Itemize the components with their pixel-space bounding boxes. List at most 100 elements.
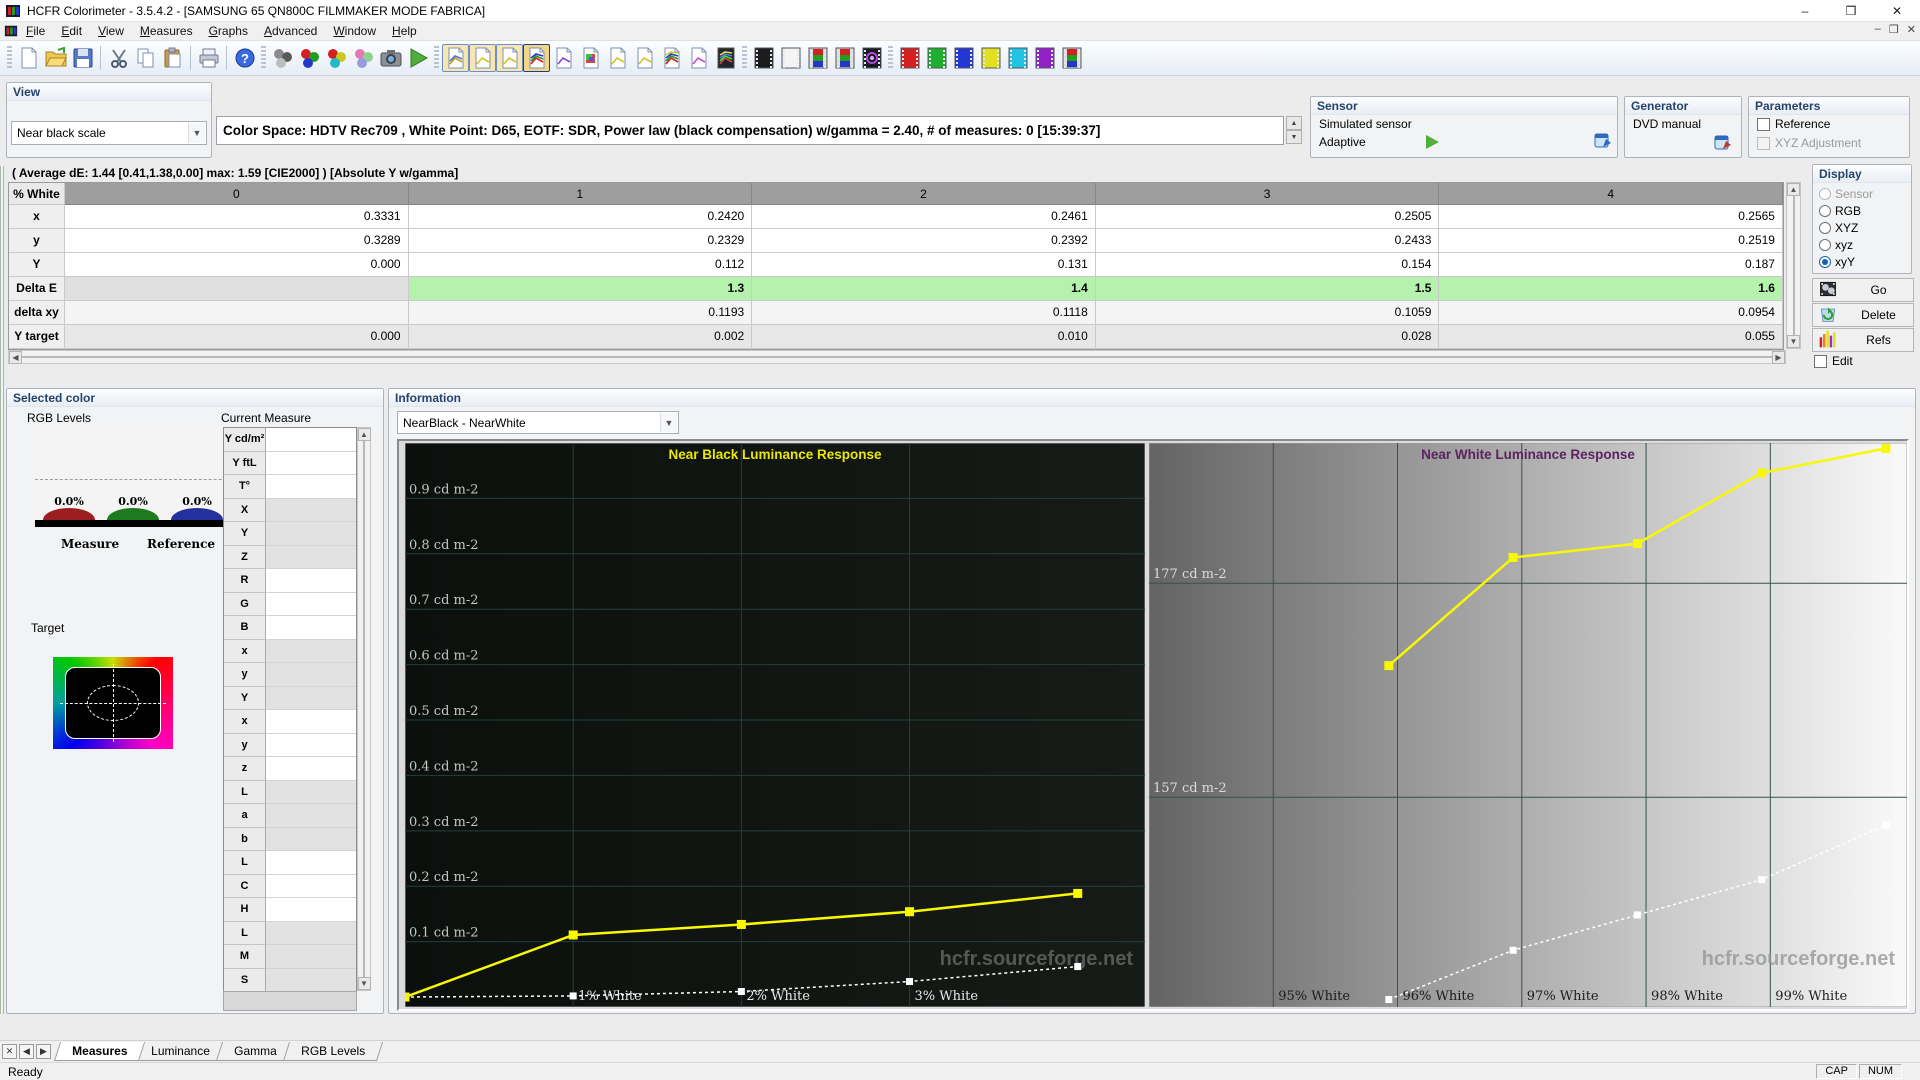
table-cell[interactable]: 0.000 [65, 253, 409, 277]
snapshot-button[interactable] [377, 44, 404, 72]
spin-down-icon[interactable]: ▼ [1286, 130, 1302, 144]
menu-file[interactable]: File [18, 22, 53, 40]
prev-tab-icon[interactable]: ◀ [19, 1044, 34, 1059]
menu-edit[interactable]: Edit [53, 22, 90, 40]
table-cell[interactable]: 0.000 [65, 325, 409, 349]
cut-button[interactable] [105, 44, 132, 72]
minimize-button[interactable]: – [1782, 0, 1828, 21]
table-cell[interactable]: 0.131 [752, 253, 1096, 277]
edit-checkbox-box[interactable] [1814, 355, 1827, 368]
table-cell[interactable]: 0.002 [409, 325, 753, 349]
measure-row-value[interactable] [266, 828, 356, 852]
tab-luminance[interactable]: Luminance [133, 1042, 228, 1061]
table-cell[interactable] [65, 277, 409, 301]
table-cell[interactable]: 0.112 [409, 253, 753, 277]
delete-button[interactable]: Delete [1812, 303, 1914, 327]
mdi-close-button[interactable]: ✕ [1907, 23, 1916, 36]
table-cell[interactable]: 0.0954 [1439, 301, 1783, 325]
table-cell[interactable]: 0.2519 [1439, 229, 1783, 253]
table-cell[interactable]: 0.1193 [409, 301, 753, 325]
information-selector[interactable]: NearBlack - NearWhite ▼ [397, 411, 679, 434]
table-cell[interactable]: 0.3331 [65, 205, 409, 229]
measure-row-value[interactable] [266, 757, 356, 781]
rgb-pattern-button[interactable] [804, 44, 831, 72]
measure-secondaries-button[interactable] [323, 44, 350, 72]
table-cell[interactable]: 0.1059 [1096, 301, 1440, 325]
red-pattern-button[interactable] [896, 44, 923, 72]
measure-row-value[interactable] [266, 428, 356, 452]
copy-button[interactable] [132, 44, 159, 72]
new-file-button[interactable] [15, 44, 42, 72]
white-pattern-button[interactable] [777, 44, 804, 72]
paste-button[interactable] [159, 44, 186, 72]
table-cell[interactable]: 0.2461 [752, 205, 1096, 229]
display-radio-rgb[interactable]: RGB [1819, 202, 1905, 219]
table-cell[interactable]: 0.1118 [752, 301, 1096, 325]
gamma-histo-button[interactable] [631, 44, 658, 72]
display-radio-xyz[interactable]: xyz [1819, 236, 1905, 253]
luminance-histo-button[interactable] [604, 44, 631, 72]
grayscale-chart-button[interactable] [442, 44, 469, 72]
table-cell[interactable]: 1.4 [752, 277, 1096, 301]
cie-diagram-button[interactable] [577, 44, 604, 72]
mdi-minimize-button[interactable]: – [1875, 23, 1881, 36]
current-measure-scrollbar[interactable]: ▲▼ [357, 427, 371, 991]
table-cell[interactable]: 0.2392 [752, 229, 1096, 253]
measure-row-value[interactable] [266, 875, 356, 899]
generator-config-icon[interactable] [1713, 133, 1733, 153]
table-cell[interactable] [65, 301, 409, 325]
magenta-pattern-button[interactable] [1031, 44, 1058, 72]
display-radio-xyz[interactable]: XYZ [1819, 219, 1905, 236]
measure-row-value[interactable] [266, 804, 356, 828]
scroll-up-icon[interactable]: ▲ [1787, 183, 1800, 196]
measure-row-value[interactable] [266, 569, 356, 593]
table-horizontal-scrollbar[interactable]: ◀▶ [8, 350, 1786, 364]
sensor-config-icon[interactable] [1593, 131, 1613, 151]
tab-measures[interactable]: Measures [54, 1042, 146, 1061]
scroll-down-icon[interactable]: ▼ [1787, 335, 1800, 348]
measure-row-value[interactable] [266, 851, 356, 875]
blue-pattern-button[interactable] [950, 44, 977, 72]
menu-view[interactable]: View [90, 22, 132, 40]
spin-up-icon[interactable]: ▲ [1286, 116, 1302, 130]
go-button[interactable]: Go [1812, 278, 1914, 302]
close-view-icon[interactable]: ✕ [2, 1044, 17, 1059]
table-cell[interactable]: 0.187 [1439, 253, 1783, 277]
cyan-pattern-button[interactable] [1004, 44, 1031, 72]
menu-measures[interactable]: Measures [132, 22, 201, 40]
table-cell[interactable]: 0.028 [1096, 325, 1440, 349]
measure-row-value[interactable] [266, 922, 356, 946]
special-pattern-button[interactable] [858, 44, 885, 72]
save-file-button[interactable] [69, 44, 96, 72]
measure-row-value[interactable] [266, 522, 356, 546]
rgb-levels-histo-button[interactable] [658, 44, 685, 72]
table-cell[interactable]: 0.154 [1096, 253, 1440, 277]
menu-window[interactable]: Window [325, 22, 384, 40]
yellow-pattern-button[interactable] [977, 44, 1004, 72]
table-vertical-scrollbar[interactable]: ▲▼ [1786, 182, 1801, 349]
rgb-colors-pattern-button[interactable] [1058, 44, 1085, 72]
secondary-pattern-button[interactable] [831, 44, 858, 72]
edit-checkbox[interactable]: Edit [1814, 354, 1853, 368]
measure-row-value[interactable] [266, 734, 356, 758]
color-temperature-chart-button[interactable] [550, 44, 577, 72]
close-button[interactable]: ✕ [1874, 0, 1920, 21]
scroll-down-icon[interactable]: ▼ [358, 977, 371, 990]
measure-row-value[interactable] [266, 499, 356, 523]
radio-icon[interactable] [1819, 205, 1831, 217]
scroll-thumb[interactable] [363, 441, 365, 977]
table-cell[interactable]: 0.2505 [1096, 205, 1440, 229]
display-radio-xyy[interactable]: xyY [1819, 253, 1905, 270]
help-button[interactable]: ? [231, 44, 258, 72]
menu-help[interactable]: Help [384, 22, 425, 40]
run-measures-button[interactable] [404, 44, 431, 72]
table-cell[interactable]: 0.3289 [65, 229, 409, 253]
radio-icon[interactable] [1819, 239, 1831, 251]
tab-rgb-levels[interactable]: RGB Levels [283, 1042, 383, 1061]
measure-row-value[interactable] [266, 710, 356, 734]
measure-row-value[interactable] [266, 781, 356, 805]
measure-grayscale-button[interactable] [269, 44, 296, 72]
radio-icon[interactable] [1819, 256, 1831, 268]
table-cell[interactable]: 0.055 [1439, 325, 1783, 349]
measure-row-value[interactable] [266, 593, 356, 617]
